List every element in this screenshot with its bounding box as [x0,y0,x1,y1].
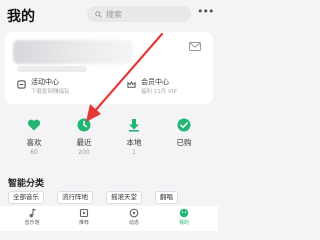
avatar[interactable] [13,40,133,64]
activity-icon [17,80,26,89]
quick-count: 200 [78,149,90,156]
profile-subtitle-blur [17,66,87,72]
search-icon [95,10,102,18]
tab-label: 动态 [128,220,139,226]
vip-title: 会员中心 [141,78,169,86]
quick-label: 最近 [76,138,92,147]
music-note-icon [29,208,36,218]
quick-count: 1 [132,149,136,156]
tab-mine[interactable]: 我的 [164,208,204,226]
quick-label: 喜欢 [26,138,42,147]
quick-item-favorites[interactable]: 喜欢 60 [9,118,59,156]
tab-recommend[interactable]: 推荐 [64,208,104,226]
chip-all-music[interactable]: 全部音乐 [8,191,44,204]
heart-icon [27,119,41,131]
tab-music-hall[interactable]: 音乐馆 [12,208,52,226]
chip-pop[interactable]: 流行阵地 [57,191,93,204]
activity-title: 活动中心 [31,78,59,86]
more-icon[interactable]: ••• [197,5,214,18]
search-placeholder: 搜索 [106,9,122,19]
search-input[interactable]: 搜索 [87,6,191,22]
quick-item-recent[interactable]: 最近 200 [59,118,109,156]
check-icon [177,118,191,132]
category-chips: 全部音乐 流行阵地 摇滚天堂 翻唱 [8,191,218,204]
clock-icon [77,118,91,132]
bottom-tab-bar: 音乐馆 推荐 动态 我的 [0,206,218,231]
section-title: 智能分类 [8,179,45,189]
quick-entries: 喜欢 60 最近 200 本地 1 已购 [0,118,218,162]
feed-icon [129,208,139,218]
tab-label: 我的 [178,220,189,226]
card-entries: 活动中心 下载复刻赚福钻 会员中心 福利 11月 VIP [5,76,213,104]
vip-subtitle: 福利 11月 VIP [141,89,177,95]
activity-subtitle: 下载复刻赚福钻 [31,89,70,95]
quick-label: 已购 [176,138,192,147]
crown-icon [127,80,136,88]
profile-icon [179,208,189,218]
download-icon [129,119,139,132]
tab-label: 推荐 [78,220,89,226]
tab-label: 音乐馆 [24,220,40,226]
mail-icon[interactable] [189,42,201,51]
quick-item-purchased[interactable]: 已购 [159,118,209,149]
tab-feed[interactable]: 动态 [114,208,154,226]
profile-card[interactable]: 活动中心 下载复刻赚福钻 会员中心 福利 11月 VIP [5,32,213,104]
quick-label: 本地 [126,138,142,147]
activity-center-entry[interactable]: 活动中心 下载复刻赚福钻 [17,76,107,104]
vip-center-entry[interactable]: 会员中心 福利 11月 VIP [127,76,211,104]
page-title: 我的 [7,9,35,25]
recommend-icon [79,208,89,218]
chip-rock[interactable]: 摇滚天堂 [106,191,142,204]
top-bar: 我的 搜索 ••• [0,0,218,34]
quick-item-local[interactable]: 本地 1 [109,118,159,156]
quick-count: 60 [30,149,38,156]
chip-cover[interactable]: 翻唱 [155,191,178,204]
